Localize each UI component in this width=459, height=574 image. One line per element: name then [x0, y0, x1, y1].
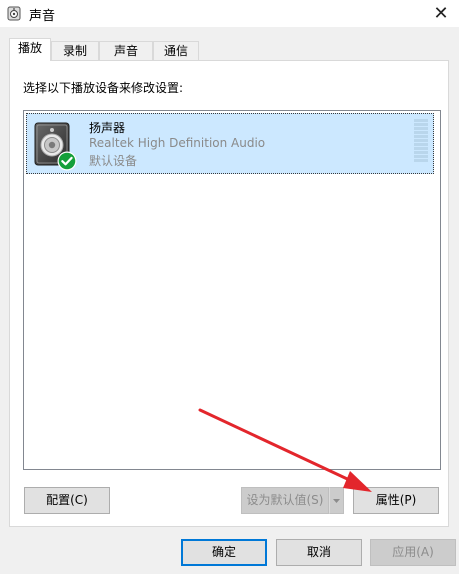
- device-name: 扬声器: [89, 121, 126, 135]
- configure-button[interactable]: 配置(C): [24, 487, 110, 514]
- device-description: Realtek High Definition Audio: [89, 136, 266, 150]
- speaker-app-icon: [7, 6, 21, 21]
- cancel-button[interactable]: 取消: [276, 539, 362, 566]
- volume-level-meter: [414, 119, 428, 162]
- instruction-text: 选择以下播放设备来修改设置:: [23, 81, 184, 95]
- ok-button[interactable]: 确定: [181, 539, 267, 566]
- properties-button[interactable]: 属性(P): [353, 487, 439, 514]
- playback-panel: 选择以下播放设备来修改设置: 扬声器 Realtek High Definiti…: [9, 60, 449, 527]
- device-list[interactable]: 扬声器 Realtek High Definition Audio 默认设备: [23, 110, 441, 470]
- tab-communications[interactable]: 通信: [153, 41, 199, 61]
- tab-recording[interactable]: 录制: [51, 41, 99, 61]
- title-bar: 声音 ✕: [0, 0, 459, 27]
- device-status: 默认设备: [89, 154, 138, 168]
- default-check-icon: [57, 151, 77, 171]
- chevron-down-icon: [333, 499, 340, 503]
- tab-playback[interactable]: 播放: [9, 38, 51, 61]
- window-title: 声音: [29, 9, 56, 24]
- device-item-speakers[interactable]: 扬声器 Realtek High Definition Audio 默认设备: [26, 113, 434, 174]
- set-default-dropdown[interactable]: [329, 487, 344, 514]
- set-default-button[interactable]: 设为默认值(S): [241, 487, 329, 514]
- close-icon[interactable]: ✕: [431, 3, 451, 24]
- apply-button[interactable]: 应用(A): [370, 539, 456, 566]
- tab-sounds[interactable]: 声音: [99, 41, 153, 61]
